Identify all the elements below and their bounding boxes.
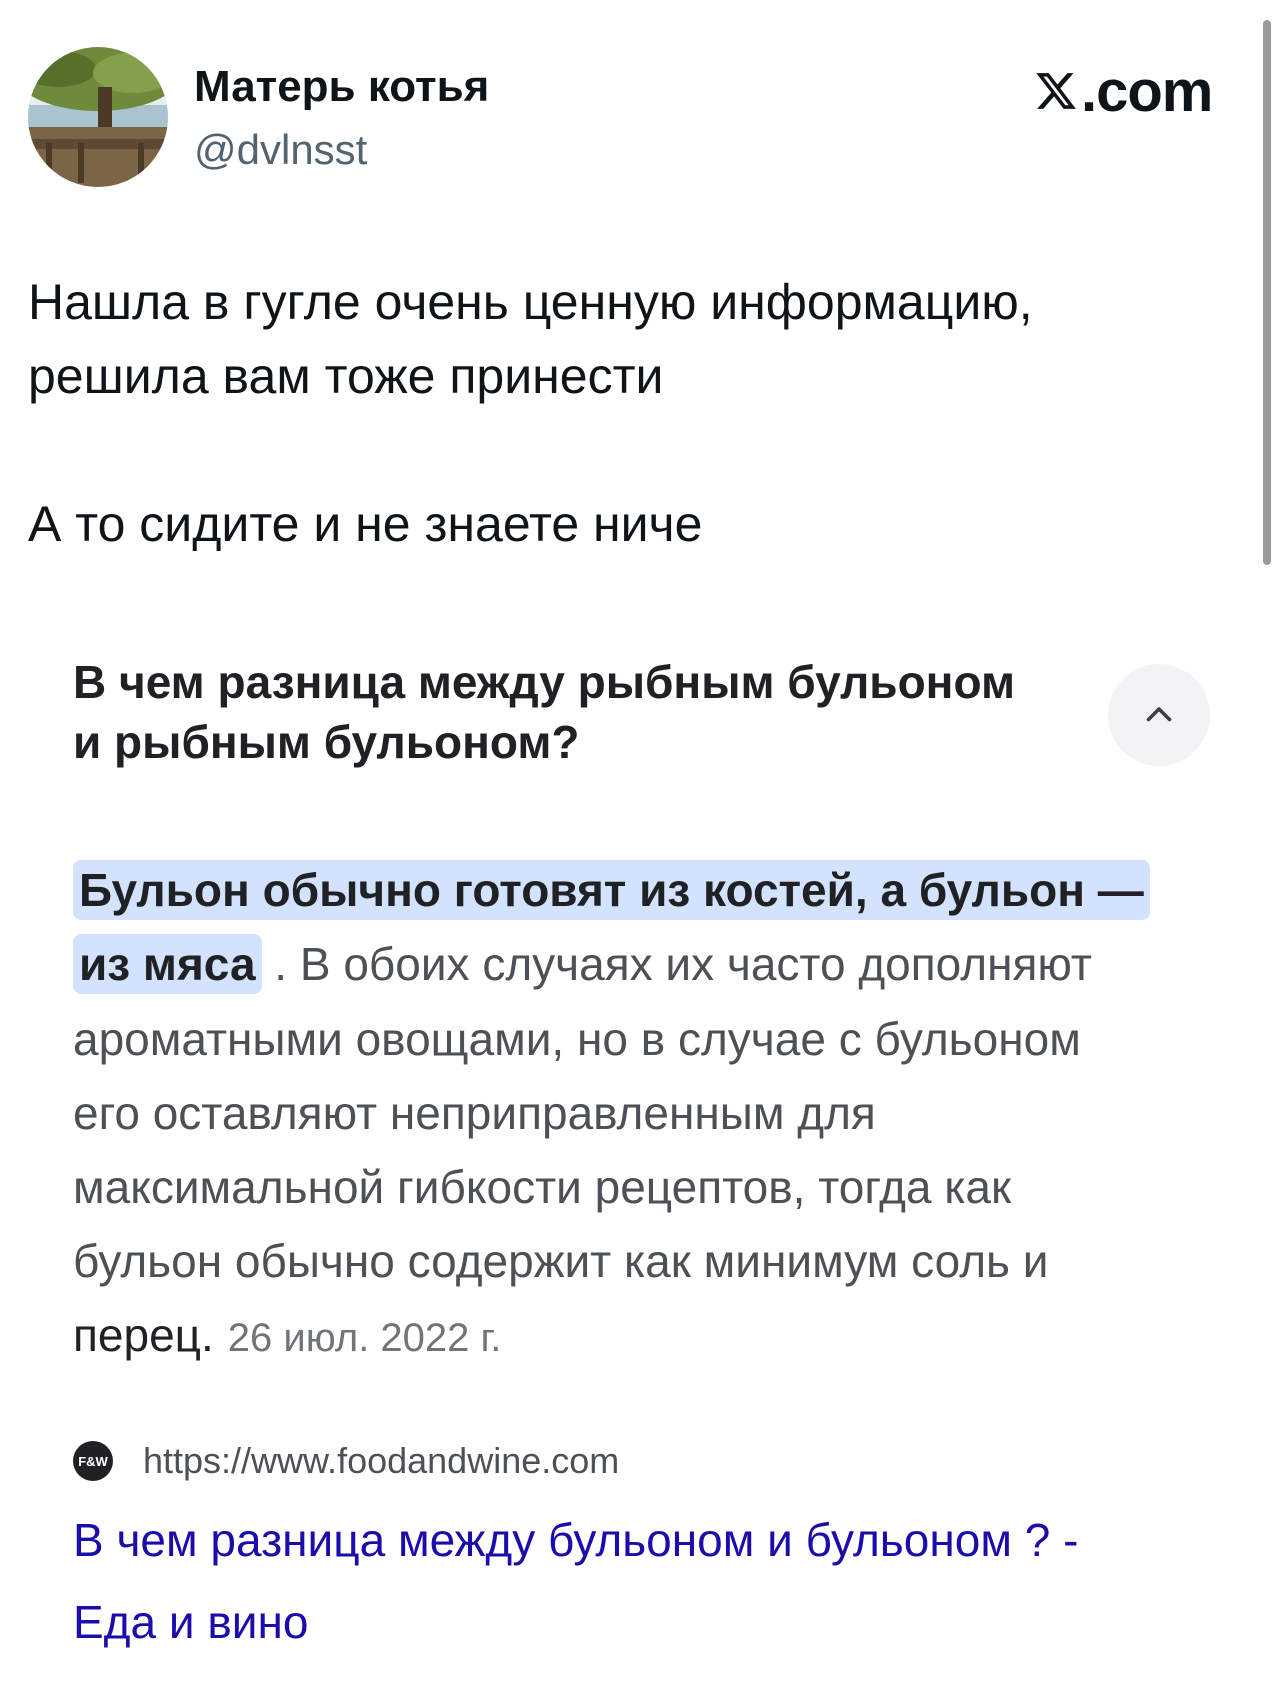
answer-text: . В обоих случаях их часто дополняют bbox=[261, 938, 1092, 990]
answer-line: его оставляют неприправленным для bbox=[73, 1087, 876, 1139]
collapse-button[interactable] bbox=[1108, 664, 1210, 766]
snippet-question: В чем разница между рыбным бульоном и ры… bbox=[73, 652, 1015, 772]
tweet-text-line: Нашла в гугле очень ценную информацию, bbox=[28, 274, 1033, 330]
source-url[interactable]: https://www.foodandwine.com bbox=[143, 1440, 619, 1482]
snippet-date: 26 июл. 2022 г. bbox=[227, 1316, 502, 1360]
site-watermark: .com bbox=[1034, 56, 1213, 126]
answer-line: бульон обычно содержит как минимум соль … bbox=[73, 1235, 1049, 1287]
answer-line: из мяса . В обоих случаях их часто допол… bbox=[73, 934, 1092, 994]
answer-line: максимальной гибкости рецептов, тогда ка… bbox=[73, 1161, 1012, 1213]
snippet-question-line: В чем разница между рыбным бульоном bbox=[73, 656, 1015, 708]
avatar[interactable] bbox=[28, 47, 168, 187]
source-favicon-icon: F&W bbox=[73, 1441, 113, 1481]
tweet-text-line: решила вам тоже принести bbox=[28, 348, 664, 404]
answer-text: перец. bbox=[73, 1309, 214, 1361]
source-row[interactable]: F&W https://www.foodandwine.com bbox=[73, 1440, 619, 1482]
answer-highlight: из мяса bbox=[73, 934, 262, 994]
chevron-up-icon bbox=[1146, 707, 1172, 722]
answer-line: перец. 26 июл. 2022 г. bbox=[73, 1305, 501, 1368]
result-title-link[interactable]: В чем разница между бульоном и бульоном … bbox=[73, 1510, 1078, 1570]
author-handle[interactable]: @dvlnsst bbox=[194, 126, 367, 174]
scrollbar[interactable] bbox=[1263, 20, 1271, 565]
snippet-question-line: и рыбным бульоном? bbox=[73, 716, 580, 768]
avatar-image bbox=[28, 47, 168, 187]
tweet-text-line: А то сидите и не знаете ниче bbox=[28, 496, 703, 552]
answer-highlight: Бульон обычно готовят из костей, а бульо… bbox=[73, 860, 1150, 920]
x-logo-icon bbox=[1036, 73, 1076, 109]
answer-line: Бульон обычно готовят из костей, а бульо… bbox=[73, 860, 1150, 920]
author-name[interactable]: Матерь котья bbox=[194, 62, 489, 112]
answer-line: ароматными овощами, но в случае с бульон… bbox=[73, 1013, 1081, 1065]
site-domain: .com bbox=[1081, 58, 1213, 124]
result-title-link[interactable]: Еда и вино bbox=[73, 1592, 308, 1652]
